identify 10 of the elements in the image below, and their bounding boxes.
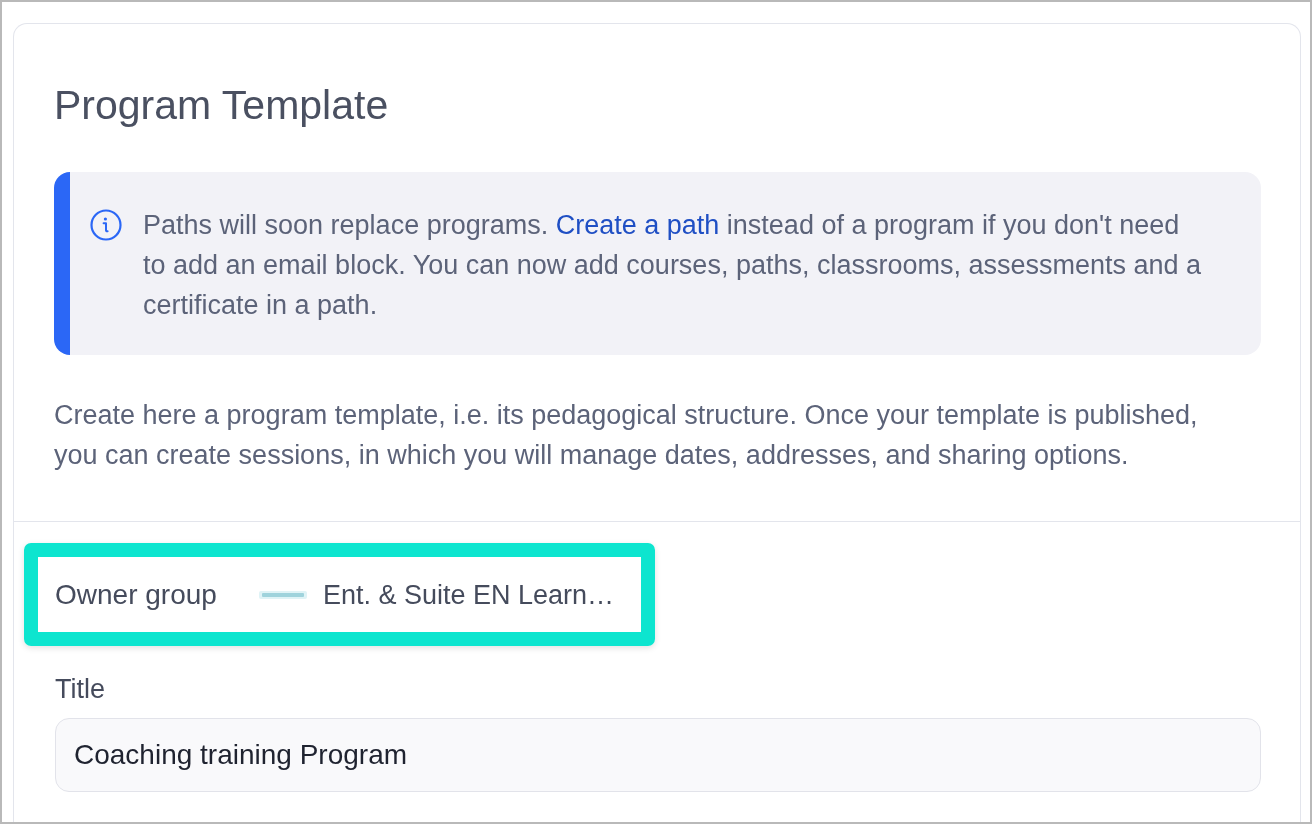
create-path-link[interactable]: Create a path xyxy=(555,210,720,240)
owner-group-label: Owner group xyxy=(55,577,217,612)
intro-text: Create here a program template, i.e. its pedagogical structure. Once your template is published, you can create sessions, in which you will manage dates, addresses, and sharing options. xyxy=(54,399,1199,472)
field-label: Title xyxy=(55,673,105,706)
notice-text: Paths will soon replace programs. Create a path instead of a program if you don't need to add an email block. You can now add courses, paths, classrooms, assessments and a certificate in a path. xyxy=(143,209,1203,322)
group-logo-icon xyxy=(258,589,307,600)
info-icon xyxy=(90,209,122,241)
owner-group-value: Ent. & Suite EN Learn… xyxy=(322,578,615,612)
page-title: Program Template xyxy=(54,82,389,128)
title-input[interactable]: Coaching training Program xyxy=(55,718,1261,792)
